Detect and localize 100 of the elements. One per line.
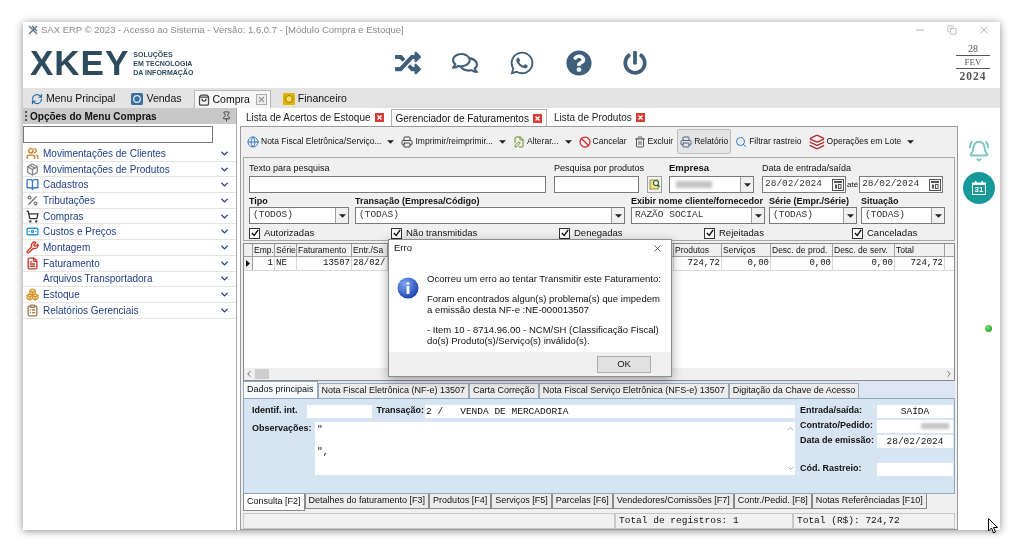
bottom-tab[interactable]: Vendedores/Comissões [F7] — [612, 494, 734, 509]
close-icon[interactable] — [255, 94, 267, 105]
detail-tab[interactable]: Carta Correção — [469, 383, 539, 398]
toolbar-button[interactable]: Nota Fiscal Eletrônica/Serviço... — [244, 129, 398, 154]
field-label: Identif. int. — [252, 404, 299, 418]
ok-button[interactable]: OK — [597, 355, 651, 373]
date-field[interactable]: 28/02/2024 — [762, 176, 846, 193]
column-header[interactable]: Emp. — [253, 244, 275, 256]
close-icon[interactable] — [532, 113, 542, 123]
product-search-field[interactable] — [554, 176, 639, 193]
dropdown-field[interactable]: (TODOS) — [249, 207, 349, 224]
blurred-text — [676, 181, 712, 188]
detail-tab[interactable]: Dados principais — [243, 381, 318, 398]
toolbar-button[interactable]: Imprimir/reimprimir... — [398, 129, 509, 154]
module-tab[interactable]: Compra — [193, 90, 271, 108]
wrench-icon — [26, 240, 39, 254]
bottom-tab[interactable]: Contr./Pedid. [F8] — [733, 494, 812, 509]
close-icon[interactable] — [635, 113, 645, 122]
toolbar-button[interactable]: Cancelar — [575, 129, 630, 154]
bottom-tab[interactable]: Detalhes do faturamento [F3] — [304, 494, 430, 509]
entry-exit-field[interactable]: SAÍDA — [877, 404, 953, 418]
checkbox[interactable] — [249, 227, 260, 239]
info-icon — [397, 277, 419, 299]
date-field[interactable]: 28/02/2024 — [859, 176, 944, 193]
search-text-field[interactable] — [249, 176, 546, 193]
scrollbar-thumb[interactable] — [255, 369, 269, 379]
sidebar-item[interactable]: Estoque — [23, 287, 236, 303]
checkbox[interactable] — [559, 227, 570, 239]
sidebar-item[interactable]: Montagem — [23, 240, 236, 256]
sidebar-item[interactable]: Relatórios Gerenciais — [23, 302, 236, 319]
column-header[interactable]: Serviços — [722, 244, 771, 256]
help-icon[interactable] — [566, 50, 592, 76]
issue-date-field[interactable]: 28/02/2024 — [877, 434, 953, 448]
row-indicator[interactable] — [244, 257, 253, 270]
toolbar-button[interactable]: Filtrar rastreio — [732, 129, 805, 154]
sidebar-item[interactable]: Custos e Preços — [23, 224, 236, 241]
sidebar-item[interactable]: Cadastros — [23, 177, 236, 194]
detail-tab[interactable]: Digitação da Chave de Acesso — [728, 383, 860, 398]
module-tab[interactable]: Vendas — [127, 90, 186, 108]
lookup-icon[interactable] — [647, 176, 662, 193]
toolbar-button[interactable]: Alterar... — [509, 129, 575, 154]
power-icon[interactable] — [623, 51, 647, 75]
dropdown-field[interactable]: (TODAS) — [769, 207, 857, 224]
people-icon — [26, 146, 39, 160]
date-month: FEV — [964, 56, 982, 68]
circular-arrows-icon — [31, 93, 43, 105]
field-label: Tipo — [249, 195, 269, 207]
checkbox[interactable] — [704, 227, 715, 239]
column-header[interactable]: Faturamento — [297, 244, 352, 256]
app-logo-icon — [28, 25, 38, 35]
close-icon[interactable] — [374, 113, 384, 122]
calendar-icon[interactable] — [929, 178, 942, 191]
phone-chat-icon[interactable] — [509, 50, 535, 76]
toolbar-button[interactable]: Excluir — [630, 129, 677, 154]
toolbar-button[interactable]: Operações em Lote — [805, 129, 918, 154]
calendar-icon[interactable] — [832, 178, 844, 191]
module-tab[interactable]: Financeiro — [278, 90, 351, 108]
bottom-tab[interactable]: Produtos [F4] — [429, 494, 492, 509]
toolbar-button[interactable]: Relatório — [677, 129, 732, 154]
sidebar-item[interactable]: Movimentações de Produtos — [23, 161, 236, 178]
checkbox[interactable] — [391, 227, 402, 239]
dropdown-field[interactable]: RAZÃO SOCIAL — [631, 207, 765, 224]
contract-field[interactable] — [877, 419, 953, 433]
column-header[interactable]: Desc. de prod. — [771, 244, 833, 256]
sidebar-item[interactable]: Compras — [23, 208, 236, 225]
dropdown-field[interactable]: (TODAS) — [861, 207, 945, 224]
tracking-code-field[interactable] — [877, 462, 953, 476]
module-tab[interactable]: Menu Principal — [27, 90, 120, 108]
column-header[interactable]: Desc. de serv. — [833, 244, 895, 256]
field-label: Contrato/Pedido: — [800, 419, 874, 433]
internal-id-field[interactable] — [307, 404, 372, 418]
bottom-tab[interactable]: Parcelas [F6] — [551, 494, 613, 509]
scroll-left-icon[interactable] — [244, 369, 254, 379]
shuffle-icon[interactable] — [395, 50, 421, 76]
checkbox[interactable] — [852, 227, 863, 239]
bottom-tab[interactable]: Consulta [F2] — [243, 494, 305, 511]
sidebar-item[interactable]: Faturamento — [23, 255, 236, 272]
sidebar-item[interactable]: Tributações — [23, 193, 236, 209]
sidebar-title: Opções do Menu Compras — [30, 109, 157, 124]
bottom-tab[interactable]: Serviços [F5] — [491, 494, 552, 509]
close-icon[interactable] — [652, 243, 663, 254]
printer-icon — [680, 135, 693, 148]
column-header[interactable]: Total — [895, 244, 945, 256]
detail-tab[interactable]: Nota Fiscal Eletrônica (NF-e) 13507 — [317, 383, 470, 398]
document-tab[interactable]: Gerenciador de Faturamentos — [390, 109, 547, 126]
column-header[interactable]: Produtos — [674, 244, 722, 256]
column-header[interactable]: Série — [275, 244, 297, 256]
dropdown-field[interactable] — [669, 176, 754, 193]
transaction-field[interactable]: 2 / VENDA DE MERCADORIA — [425, 404, 795, 418]
search-field[interactable] — [23, 126, 213, 143]
table-cell: 724,72 — [895, 257, 945, 270]
scroll-right-icon[interactable] — [944, 369, 954, 379]
field-label: Transação: — [376, 404, 424, 418]
sidebar-item[interactable]: Movimentações de Clientes — [23, 146, 236, 162]
sidebar-item[interactable]: Arquivos Transportadora — [23, 271, 236, 288]
chat-icon[interactable] — [452, 50, 478, 76]
bottom-tab[interactable]: Notas Referênciadas [F10] — [811, 494, 927, 509]
pin-icon[interactable] — [221, 110, 232, 122]
dropdown-field[interactable]: (TODAS) — [355, 207, 625, 224]
detail-tab[interactable]: Nota Fiscal Serviço Eletrônica (NFS-e) 13507 — [538, 383, 729, 398]
